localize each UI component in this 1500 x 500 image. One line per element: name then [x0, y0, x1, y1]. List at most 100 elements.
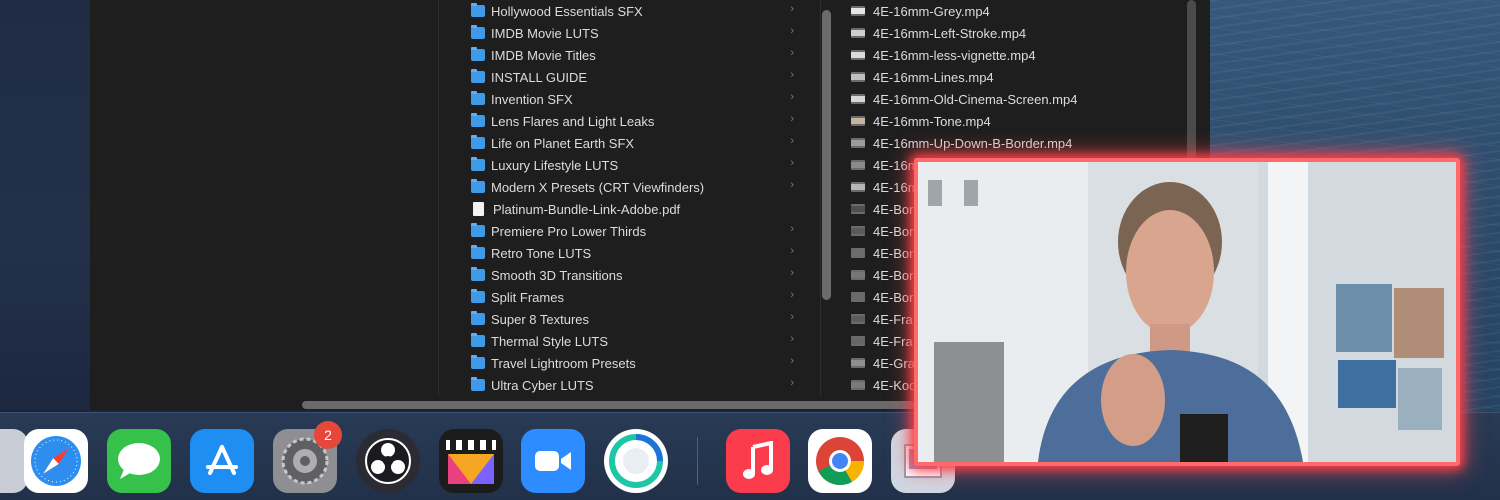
- video-file-icon: [851, 94, 865, 104]
- video-file-icon: [851, 358, 865, 368]
- obs-icon[interactable]: [356, 429, 420, 493]
- video-file-icon: [851, 336, 865, 346]
- list-item-label: 4E-Bor: [873, 267, 914, 283]
- list-item-label: Ultra Cyber LUTS: [491, 377, 594, 393]
- list-item[interactable]: Lens Flares and Light Leaks ›: [439, 110, 820, 132]
- video-file-icon: [851, 314, 865, 324]
- list-item-label: 4E-Bor: [873, 223, 914, 239]
- list-item[interactable]: Split Frames ›: [439, 286, 820, 308]
- list-item-label: Travel Lightroom Presets: [491, 355, 636, 371]
- list-item-label: 4E-Bor: [873, 289, 914, 305]
- messages-icon[interactable]: [107, 429, 171, 493]
- list-item-label: Modern X Presets (CRT Viewfinders): [491, 179, 705, 195]
- video-file-icon: [851, 6, 865, 16]
- list-item[interactable]: Invention SFX ›: [439, 88, 820, 110]
- list-item[interactable]: IMDB Movie LUTS ›: [439, 22, 820, 44]
- list-item[interactable]: Premiere Pro Lower Thirds ›: [439, 220, 820, 242]
- list-item[interactable]: Modern X Presets (CRT Viewfinders) ›: [439, 176, 820, 198]
- video-file-icon: [851, 116, 865, 126]
- list-item-label: Luxury Lifestyle LUTS: [491, 157, 619, 173]
- folder-icon: [471, 267, 485, 281]
- list-item-label: Retro Tone LUTS: [491, 245, 592, 261]
- folder-icon: [471, 223, 485, 237]
- list-item[interactable]: Platinum-Bundle-Link-Adobe.pdf: [439, 198, 820, 220]
- music-icon[interactable]: [726, 429, 790, 493]
- folder-icon: [471, 135, 485, 149]
- folder-icon: [471, 113, 485, 127]
- chevron-right-icon: ›: [790, 91, 794, 103]
- list-item-label: 4E-Bor: [873, 245, 914, 261]
- list-item-label: 4E-16m: [873, 179, 919, 195]
- video-file-icon: [851, 72, 865, 82]
- webex-icon[interactable]: [604, 429, 668, 493]
- video-file-icon: [851, 248, 865, 258]
- chevron-right-icon: ›: [790, 267, 794, 279]
- video-file-icon: [851, 138, 865, 148]
- list-item[interactable]: Retro Tone LUTS ›: [439, 242, 820, 264]
- list-item-label: 4E-Fra: [873, 333, 913, 349]
- desktop-wallpaper-left: [0, 0, 90, 410]
- list-item[interactable]: 4E-16mm-Old-Cinema-Screen.mp4: [821, 88, 1200, 110]
- list-item[interactable]: 4E-16mm-Grey.mp4: [821, 0, 1200, 22]
- chevron-right-icon: ›: [790, 289, 794, 301]
- folder-icon: [471, 69, 485, 83]
- zoom-icon[interactable]: [521, 429, 585, 493]
- chevron-right-icon: ›: [790, 311, 794, 323]
- list-item[interactable]: Life on Planet Earth SFX ›: [439, 132, 820, 154]
- pdf-file-icon: [473, 202, 484, 216]
- video-file-icon: [851, 270, 865, 280]
- folder-icon: [471, 3, 485, 17]
- list-item[interactable]: INSTALL GUIDE ›: [439, 66, 820, 88]
- list-item-label: Hollywood Essentials SFX: [491, 3, 643, 19]
- list-item-label: Thermal Style LUTS: [491, 333, 609, 349]
- chevron-right-icon: ›: [790, 355, 794, 367]
- list-item-label: 4E-Fra: [873, 311, 913, 327]
- list-item[interactable]: 4E-16mm-Lines.mp4: [821, 66, 1200, 88]
- notification-badge: 2: [314, 421, 342, 449]
- dock-divider: [697, 437, 698, 485]
- app-store-icon[interactable]: [190, 429, 254, 493]
- folder-icon: [471, 355, 485, 369]
- folder-column-scrollbar[interactable]: [822, 10, 831, 300]
- folder-icon: [471, 179, 485, 193]
- finder-empty-column: [90, 0, 438, 396]
- folder-icon: [471, 333, 485, 347]
- list-item[interactable]: 4E-16mm-less-vignette.mp4: [821, 44, 1200, 66]
- list-item[interactable]: Hollywood Essentials SFX ›: [439, 0, 820, 22]
- list-item-label: 4E-16mm-Lines.mp4: [873, 69, 994, 85]
- folder-icon: [471, 377, 485, 391]
- list-item-label: 4E-16mm-Left-Stroke.mp4: [873, 25, 1027, 41]
- horizontal-scrollbar[interactable]: [302, 401, 1002, 409]
- video-file-icon: [851, 380, 865, 390]
- list-item-label: 4E-Gra: [873, 355, 915, 371]
- list-item[interactable]: Thermal Style LUTS ›: [439, 330, 820, 352]
- safari-icon[interactable]: [24, 429, 88, 493]
- list-item-label: 4E-16mm-Grey.mp4: [873, 3, 990, 19]
- folder-icon: [471, 157, 485, 171]
- list-item[interactable]: 4E-16mm-Tone.mp4: [821, 110, 1200, 132]
- list-item[interactable]: Luxury Lifestyle LUTS ›: [439, 154, 820, 176]
- list-item-label: Life on Planet Earth SFX: [491, 135, 635, 151]
- folder-icon: [471, 311, 485, 325]
- folder-icon: [471, 289, 485, 303]
- final-cut-pro-icon[interactable]: [439, 429, 503, 493]
- chrome-icon[interactable]: [808, 429, 872, 493]
- folder-icon: [471, 47, 485, 61]
- list-item[interactable]: 4E-16mm-Left-Stroke.mp4: [821, 22, 1200, 44]
- chevron-right-icon: ›: [790, 47, 794, 59]
- video-file-icon: [851, 292, 865, 302]
- list-item-label: Platinum-Bundle-Link-Adobe.pdf: [493, 201, 681, 217]
- list-item[interactable]: Ultra Cyber LUTS ›: [439, 374, 820, 396]
- list-item[interactable]: 4E-16mm-Up-Down-B-Border.mp4: [821, 132, 1200, 154]
- chevron-right-icon: ›: [790, 3, 794, 15]
- list-item[interactable]: Super 8 Textures ›: [439, 308, 820, 330]
- list-item[interactable]: IMDB Movie Titles ›: [439, 44, 820, 66]
- list-item-label: Smooth 3D Transitions: [491, 267, 623, 283]
- chevron-right-icon: ›: [790, 223, 794, 235]
- list-item[interactable]: Travel Lightroom Presets ›: [439, 352, 820, 374]
- chevron-right-icon: ›: [790, 333, 794, 345]
- list-item-label: 4E-16mm-Old-Cinema-Screen.mp4: [873, 91, 1078, 107]
- list-item[interactable]: Smooth 3D Transitions ›: [439, 264, 820, 286]
- video-file-icon: [851, 160, 865, 170]
- list-item-label: 4E-16mm-Up-Down-B-Border.mp4: [873, 135, 1073, 151]
